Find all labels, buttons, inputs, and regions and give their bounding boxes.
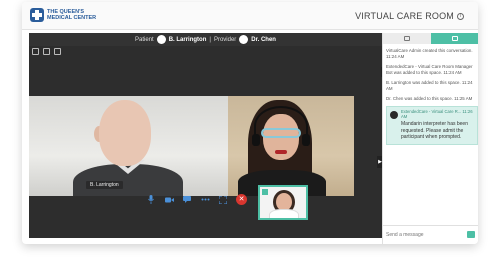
chat-log: VirtualCare Admin created this conversat… [386,48,478,145]
patient-avatar [156,35,166,44]
snapshot-icon[interactable] [43,48,50,55]
chat-message: VirtualCare Admin created this conversat… [386,48,473,59]
bot-avatar-icon [390,111,398,119]
provider-video-tile [228,96,354,196]
end-call-button[interactable]: ✕ [236,194,247,205]
virtual-care-window: THE QUEEN'S MEDICAL CENTER VIRTUAL CARE … [22,2,478,244]
patient-name: B. Larrington [168,36,207,43]
chat-tabs [383,33,478,44]
provider-avatar [239,35,249,44]
tab-chat[interactable] [431,33,478,44]
provider-label: Provider [213,36,237,43]
tile-name-tag: B. Larrington [86,181,123,189]
chat-icon [452,36,458,41]
self-view-tile[interactable] [258,185,308,220]
microphone-icon[interactable] [146,195,156,205]
headset [254,106,308,146]
room-title-text: VIRTUAL CARE ROOM [355,11,454,21]
chat-message: ExtendedCare - Virtual Care Room Manager… [386,64,473,75]
separator: | [209,36,211,43]
video-area: Patient B. Larrington | Provider Dr. Che… [29,33,387,238]
layout-toolbar [32,48,61,55]
video-tiles [29,96,382,196]
bot-message-header: ExtendedCare - Virtual Care R... 11:26 A… [401,109,473,119]
provider-name: Dr. Chen [251,36,276,43]
bot-message-text: Mandarin interpreter has been requested.… [401,121,468,140]
room-title: VIRTUAL CARE ROOM i [355,11,464,21]
grid-layout-icon[interactable] [32,48,39,55]
chat-bubble-icon[interactable] [182,195,192,205]
top-bar: THE QUEEN'S MEDICAL CENTER VIRTUAL CARE … [22,2,478,30]
patient-video-tile [29,96,228,196]
camera-icon[interactable] [164,195,174,205]
bot-message-bubble: ExtendedCare - Virtual Care R... 11:26 A… [386,106,478,145]
more-options-icon[interactable] [200,195,210,205]
self-view-badge-icon [262,189,268,195]
patient-face [99,100,151,166]
fullscreen-icon[interactable] [218,195,228,205]
chat-panel: VirtualCare Admin created this conversat… [382,33,478,244]
logo-line2: MEDICAL CENTER [47,15,97,21]
hospital-logo: THE QUEEN'S MEDICAL CENTER [30,8,96,22]
tab-participants[interactable] [383,33,431,44]
info-icon[interactable]: i [457,12,464,20]
participants-bar: Patient B. Larrington | Provider Dr. Che… [29,33,382,46]
send-icon[interactable] [467,231,475,238]
call-controls: ✕ [146,194,247,205]
patient-label: Patient [135,36,154,43]
chat-message: B. Larrington was added to this space. 1… [386,80,473,91]
message-input[interactable] [386,231,464,239]
chat-input-area [383,225,478,244]
cross-logo-icon [30,8,44,22]
participants-icon [404,36,410,41]
share-icon[interactable] [54,48,61,55]
chat-message: Dr. Chen was added to this space. 11:25 … [386,96,473,101]
